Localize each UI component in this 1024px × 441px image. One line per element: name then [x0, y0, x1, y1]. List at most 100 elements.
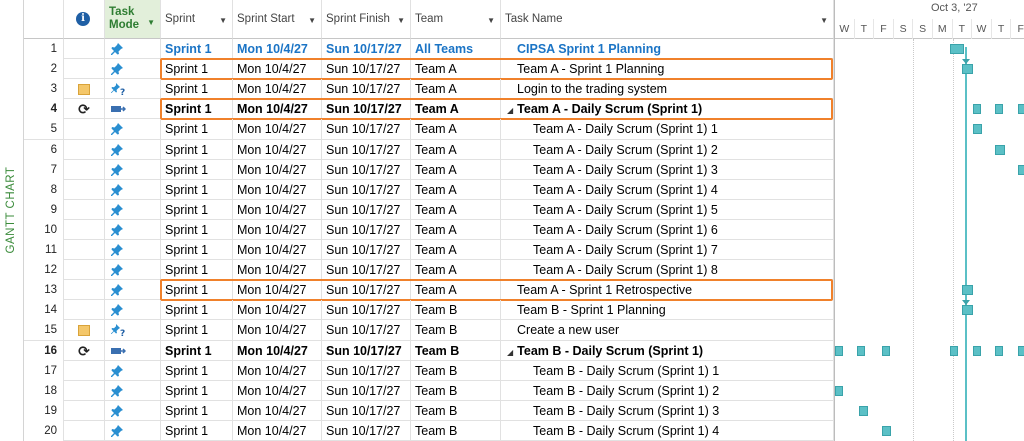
- row-id[interactable]: 20: [24, 420, 64, 441]
- sprint-start-cell[interactable]: Mon 10/4/27: [233, 280, 322, 301]
- table-row[interactable]: 2 Sprint 1 Mon 10/4/27 Sun 10/17/27 Team A Te…: [24, 59, 834, 80]
- sprint-cell[interactable]: Sprint 1: [161, 260, 233, 281]
- task-name-cell[interactable]: CIPSA Sprint 1 Planning: [501, 39, 834, 59]
- sprint-cell[interactable]: Sprint 1: [161, 139, 233, 160]
- sprint-cell[interactable]: Sprint 1: [161, 79, 233, 100]
- table-row[interactable]: 8 Sprint 1 Mon 10/4/27 Sun 10/17/27 Team A Te…: [24, 179, 834, 200]
- gantt-bar[interactable]: [962, 285, 973, 296]
- gantt-bar[interactable]: [962, 305, 973, 316]
- team-cell[interactable]: All Teams: [411, 39, 501, 59]
- gantt-bar[interactable]: [857, 345, 865, 356]
- task-mode-cell[interactable]: [105, 300, 161, 321]
- sprint-start-cell[interactable]: Mon 10/4/27: [233, 260, 322, 281]
- team-cell[interactable]: Team A: [411, 219, 501, 240]
- task-name-cell[interactable]: Team A - Daily Scrum (Sprint 1) 8: [501, 260, 834, 281]
- sprint-start-cell[interactable]: Mon 10/4/27: [233, 119, 322, 140]
- sprint-finish-cell[interactable]: Sun 10/17/27: [322, 59, 411, 80]
- gantt-bar[interactable]: [995, 345, 1003, 356]
- team-cell[interactable]: Team B: [411, 300, 501, 321]
- sprint-finish-cell[interactable]: Sun 10/17/27: [322, 119, 411, 140]
- gantt-bar[interactable]: [995, 104, 1003, 115]
- chevron-down-icon[interactable]: ▼: [147, 16, 155, 29]
- table-row[interactable]: 19 Sprint 1 Mon 10/4/27 Sun 10/17/27 Team B T…: [24, 400, 834, 421]
- task-name-cell[interactable]: ◢ Team A - Daily Scrum (Sprint 1): [501, 99, 834, 120]
- sprint-start-cell[interactable]: Mon 10/4/27: [233, 300, 322, 321]
- task-mode-cell[interactable]: [105, 119, 161, 140]
- task-mode-cell[interactable]: ?: [105, 320, 161, 341]
- task-name-cell[interactable]: Create a new user: [501, 320, 834, 341]
- task-mode-cell[interactable]: [105, 39, 161, 59]
- row-id[interactable]: 8: [24, 179, 64, 200]
- table-row[interactable]: 9 Sprint 1 Mon 10/4/27 Sun 10/17/27 Team A Te…: [24, 199, 834, 220]
- task-mode-cell[interactable]: [105, 260, 161, 281]
- sprint-start-cell[interactable]: Mon 10/4/27: [233, 179, 322, 200]
- gantt-bar[interactable]: [973, 345, 981, 356]
- collapse-triangle-icon[interactable]: ◢: [507, 106, 513, 115]
- gantt-bar[interactable]: [950, 44, 964, 54]
- sprint-cell[interactable]: Sprint 1: [161, 280, 233, 301]
- sprint-finish-cell[interactable]: Sun 10/17/27: [322, 400, 411, 421]
- sprint-finish-cell[interactable]: Sun 10/17/27: [322, 280, 411, 301]
- table-row[interactable]: 15? Sprint 1 Mon 10/4/27 Sun 10/17/27 Team B…: [24, 320, 834, 341]
- row-id[interactable]: 7: [24, 159, 64, 180]
- sprint-cell[interactable]: Sprint 1: [161, 420, 233, 441]
- task-name-header[interactable]: Task Name ▼: [501, 0, 834, 39]
- sprint-start-cell[interactable]: Mon 10/4/27: [233, 79, 322, 100]
- gantt-bar[interactable]: [835, 385, 843, 396]
- team-cell[interactable]: Team A: [411, 199, 501, 220]
- sprint-finish-cell[interactable]: Sun 10/17/27: [322, 420, 411, 441]
- sprint-start-cell[interactable]: Mon 10/4/27: [233, 420, 322, 441]
- sprint-start-cell[interactable]: Mon 10/4/27: [233, 219, 322, 240]
- row-id[interactable]: 12: [24, 260, 64, 281]
- task-name-cell[interactable]: Team A - Daily Scrum (Sprint 1) 6: [501, 219, 834, 240]
- row-id[interactable]: 9: [24, 199, 64, 220]
- task-name-cell[interactable]: Team B - Daily Scrum (Sprint 1) 1: [501, 360, 834, 381]
- sprint-start-cell[interactable]: Mon 10/4/27: [233, 139, 322, 160]
- sprint-finish-cell[interactable]: Sun 10/17/27: [322, 159, 411, 180]
- row-id[interactable]: 6: [24, 139, 64, 160]
- task-name-cell[interactable]: Team B - Daily Scrum (Sprint 1) 2: [501, 380, 834, 401]
- sprint-cell[interactable]: Sprint 1: [161, 179, 233, 200]
- team-cell[interactable]: Team A: [411, 79, 501, 100]
- gantt-bar[interactable]: [835, 345, 843, 356]
- sprint-cell[interactable]: Sprint 1: [161, 159, 233, 180]
- sprint-start-cell[interactable]: Mon 10/4/27: [233, 360, 322, 381]
- gantt-bar[interactable]: [859, 405, 868, 416]
- chevron-down-icon[interactable]: ▼: [487, 16, 495, 25]
- table-row[interactable]: 11 Sprint 1 Mon 10/4/27 Sun 10/17/27 Team A T…: [24, 240, 834, 261]
- sprint-start-cell[interactable]: Mon 10/4/27: [233, 320, 322, 341]
- task-name-cell[interactable]: Team A - Daily Scrum (Sprint 1) 1: [501, 119, 834, 140]
- task-name-cell[interactable]: ◢ Team B - Daily Scrum (Sprint 1): [501, 340, 834, 361]
- table-row[interactable]: 16 ⟳ Sprint 1 Mon 10/4/27 Sun 10/17/27 Team B…: [24, 340, 834, 361]
- sprint-cell[interactable]: Sprint 1: [161, 320, 233, 341]
- team-cell[interactable]: Team B: [411, 420, 501, 441]
- sprint-cell[interactable]: Sprint 1: [161, 300, 233, 321]
- gantt-bar[interactable]: [973, 104, 981, 115]
- sprint-finish-cell[interactable]: Sun 10/17/27: [322, 39, 411, 59]
- task-mode-cell[interactable]: [105, 360, 161, 381]
- task-mode-header[interactable]: Task Mode ▼: [105, 0, 161, 39]
- task-name-cell[interactable]: Team A - Daily Scrum (Sprint 1) 5: [501, 199, 834, 220]
- team-cell[interactable]: Team A: [411, 59, 501, 80]
- row-id[interactable]: 19: [24, 400, 64, 421]
- task-mode-cell[interactable]: [105, 400, 161, 421]
- table-row[interactable]: 3? Sprint 1 Mon 10/4/27 Sun 10/17/27 Team A L…: [24, 79, 834, 100]
- team-cell[interactable]: Team B: [411, 380, 501, 401]
- table-row[interactable]: 12 Sprint 1 Mon 10/4/27 Sun 10/17/27 Team A T…: [24, 260, 834, 281]
- team-cell[interactable]: Team B: [411, 340, 501, 361]
- gantt-bar[interactable]: [962, 64, 973, 75]
- task-name-cell[interactable]: Team A - Sprint 1 Retrospective: [501, 280, 834, 301]
- sprint-start-cell[interactable]: Mon 10/4/27: [233, 240, 322, 260]
- row-id[interactable]: 18: [24, 380, 64, 401]
- gantt-bar[interactable]: [973, 124, 982, 135]
- table-row[interactable]: 6 Sprint 1 Mon 10/4/27 Sun 10/17/27 Team A Te…: [24, 139, 834, 160]
- task-mode-cell[interactable]: [105, 280, 161, 301]
- view-bar[interactable]: GANTT CHART: [0, 0, 24, 441]
- task-mode-cell[interactable]: [105, 59, 161, 80]
- table-row[interactable]: 17 Sprint 1 Mon 10/4/27 Sun 10/17/27 Team B T…: [24, 360, 834, 381]
- row-id[interactable]: 14: [24, 300, 64, 321]
- task-name-cell[interactable]: Team B - Daily Scrum (Sprint 1) 4: [501, 420, 834, 441]
- row-id[interactable]: 5: [24, 119, 64, 140]
- chevron-down-icon[interactable]: ▼: [397, 16, 405, 25]
- sprint-finish-cell[interactable]: Sun 10/17/27: [322, 340, 411, 361]
